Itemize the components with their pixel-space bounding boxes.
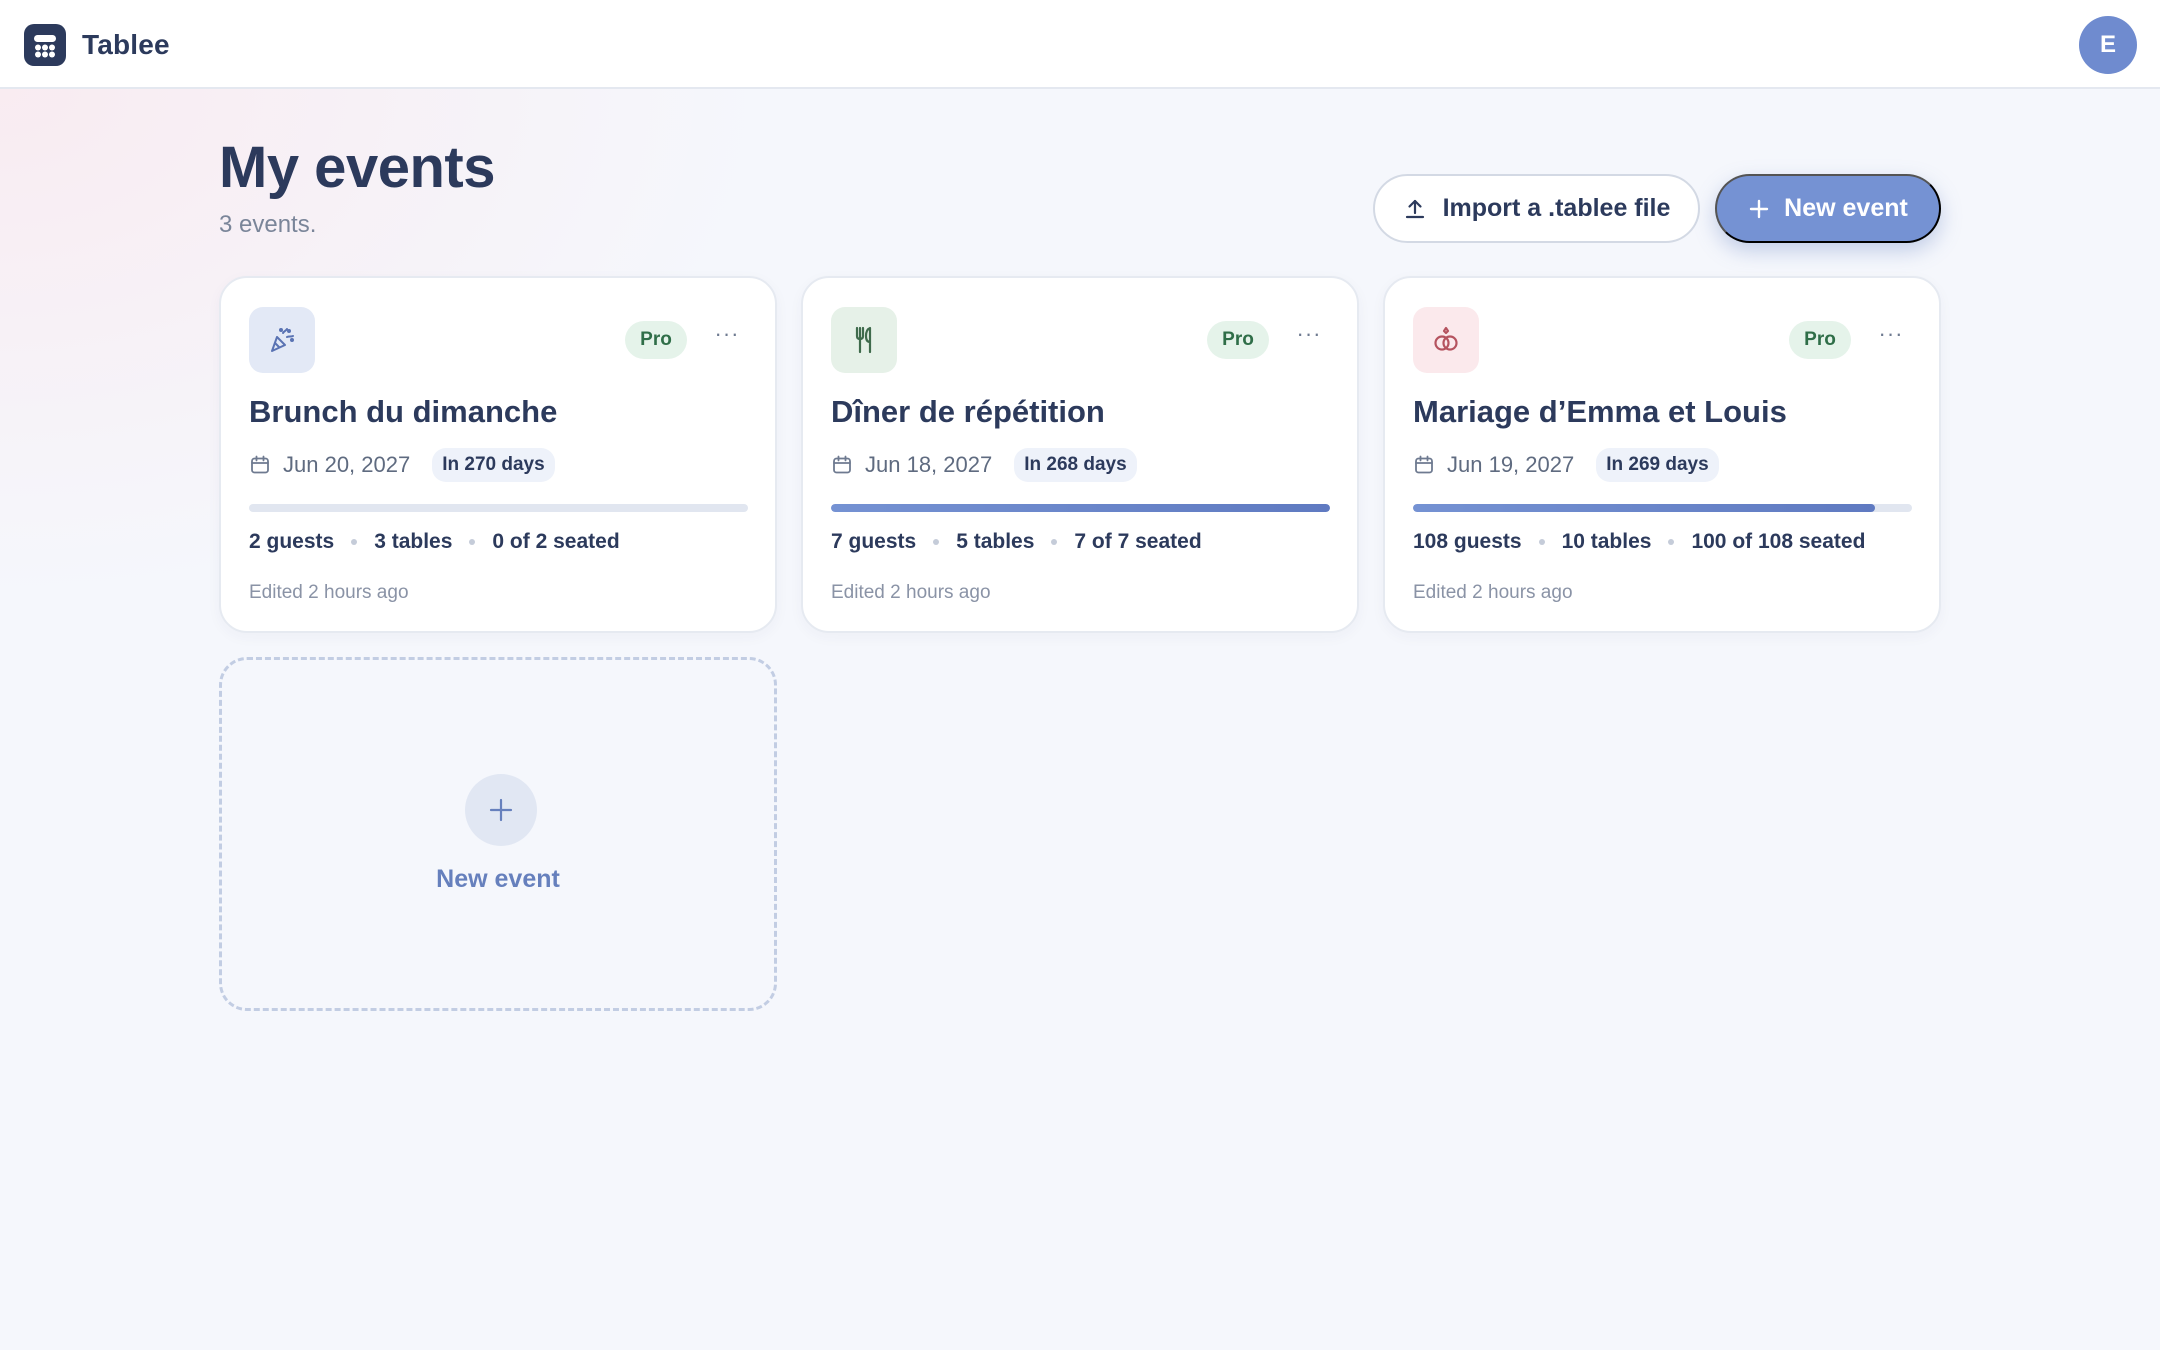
event-card[interactable]: Pro ··· Mariage d’Emma et Louis Jun 19, … bbox=[1383, 276, 1941, 633]
calendar-icon bbox=[251, 455, 269, 474]
import-file-label: Import a .tablee file bbox=[1442, 194, 1671, 222]
countdown-badge: In 270 days bbox=[432, 448, 555, 482]
event-stats: 108 guests 10 tables 100 of 108 seated bbox=[1413, 530, 1865, 554]
seating-progress bbox=[1413, 504, 1912, 512]
separator-dot bbox=[933, 539, 940, 545]
event-date-row: Jun 20, 2027 In 270 days bbox=[249, 448, 555, 482]
pro-badge: Pro bbox=[1207, 321, 1269, 359]
new-event-card[interactable]: New event bbox=[219, 657, 777, 1011]
upload-icon bbox=[1405, 199, 1424, 218]
guest-count: 108 guests bbox=[1413, 530, 1522, 553]
event-title: Dîner de répétition bbox=[831, 394, 1105, 429]
tablee-logo-icon bbox=[24, 24, 66, 66]
user-avatar[interactable]: E bbox=[2079, 16, 2137, 74]
event-count: 3 events. bbox=[219, 211, 317, 238]
calendar-icon bbox=[1415, 455, 1433, 474]
more-options-icon[interactable]: ··· bbox=[1289, 314, 1329, 354]
guest-count: 2 guests bbox=[249, 530, 335, 553]
event-date-row: Jun 18, 2027 In 268 days bbox=[831, 448, 1137, 482]
more-options-icon[interactable]: ··· bbox=[1871, 314, 1911, 354]
event-stats: 7 guests 5 tables 7 of 7 seated bbox=[831, 530, 1202, 554]
table-count: 10 tables bbox=[1561, 530, 1652, 553]
event-date-row: Jun 19, 2027 In 269 days bbox=[1413, 448, 1719, 482]
table-count: 3 tables bbox=[374, 530, 453, 553]
seating-progress-fill bbox=[1413, 504, 1876, 512]
plus-icon bbox=[465, 774, 537, 846]
import-file-button[interactable]: Import a .tablee file bbox=[1373, 174, 1700, 243]
event-stats: 2 guests 3 tables 0 of 2 seated bbox=[249, 530, 620, 554]
more-options-icon[interactable]: ··· bbox=[707, 314, 747, 354]
seated-count: 0 of 2 seated bbox=[492, 530, 620, 553]
fork-knife-icon bbox=[831, 307, 897, 373]
event-date: Jun 20, 2027 bbox=[283, 452, 411, 477]
seating-progress bbox=[249, 504, 748, 512]
countdown-badge: In 269 days bbox=[1596, 448, 1719, 482]
event-title: Mariage d’Emma et Louis bbox=[1413, 394, 1787, 429]
edited-timestamp: Edited 2 hours ago bbox=[1413, 582, 1573, 603]
separator-dot bbox=[351, 539, 358, 545]
separator-dot bbox=[469, 539, 476, 545]
event-title: Brunch du dimanche bbox=[249, 394, 558, 429]
party-popper-icon bbox=[249, 307, 315, 373]
brand[interactable]: Tablee bbox=[24, 24, 170, 66]
new-event-button[interactable]: New event bbox=[1715, 174, 1941, 243]
app-name: Tablee bbox=[82, 29, 170, 60]
pro-badge: Pro bbox=[1789, 321, 1851, 359]
page-title: My events bbox=[219, 135, 495, 200]
event-date: Jun 18, 2027 bbox=[865, 452, 993, 477]
guest-count: 7 guests bbox=[831, 530, 917, 553]
edited-timestamp: Edited 2 hours ago bbox=[831, 582, 991, 603]
separator-dot bbox=[1051, 539, 1058, 545]
separator-dot bbox=[1668, 539, 1675, 545]
new-event-label: New event bbox=[1784, 194, 1908, 222]
new-event-card-label: New event bbox=[436, 865, 560, 893]
calendar-icon bbox=[833, 455, 851, 474]
event-date: Jun 19, 2027 bbox=[1447, 452, 1575, 477]
top-bar: Tablee E bbox=[0, 0, 2160, 89]
table-count: 5 tables bbox=[956, 530, 1035, 553]
seating-progress bbox=[831, 504, 1330, 512]
separator-dot bbox=[1538, 539, 1545, 545]
seating-progress-fill bbox=[831, 504, 1330, 512]
countdown-badge: In 268 days bbox=[1014, 448, 1137, 482]
pro-badge: Pro bbox=[625, 321, 687, 359]
seated-count: 100 of 108 seated bbox=[1691, 530, 1866, 553]
plus-icon bbox=[1749, 199, 1769, 218]
edited-timestamp: Edited 2 hours ago bbox=[249, 582, 409, 603]
seated-count: 7 of 7 seated bbox=[1074, 530, 1202, 553]
event-card[interactable]: Pro ··· Brunch du dimanche Jun 20, 2027 … bbox=[219, 276, 777, 633]
event-card[interactable]: Pro ··· Dîner de répétition Jun 18, 2027… bbox=[801, 276, 1359, 633]
rings-icon bbox=[1413, 307, 1479, 373]
